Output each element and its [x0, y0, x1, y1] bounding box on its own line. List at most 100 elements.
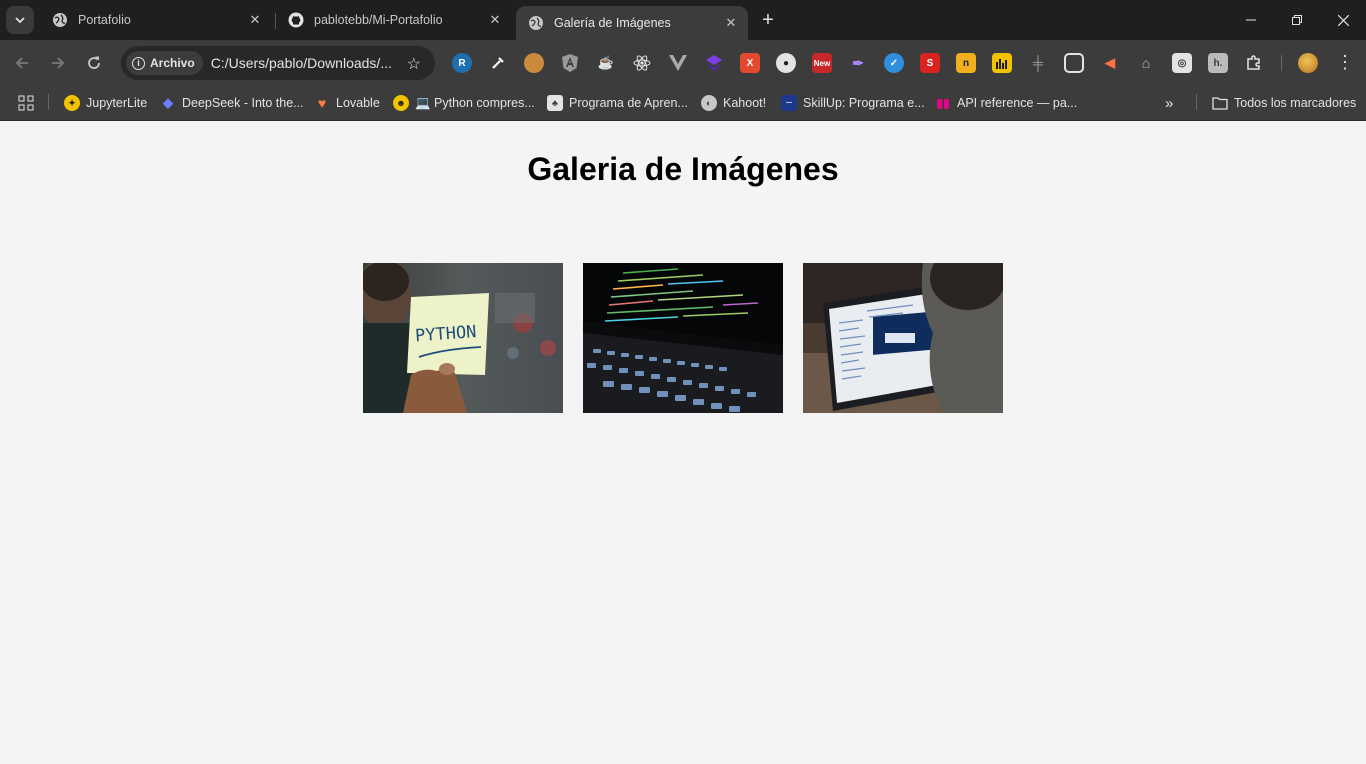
tab-title: Galería de Imágenes — [554, 16, 671, 30]
bookmark-kahoot[interactable]: ◐ Kahoot! — [701, 92, 766, 114]
bookmark-python[interactable]: ☻ 💻 Python compres... — [393, 92, 535, 114]
pandas-icon: ▮▮ — [936, 96, 950, 110]
tab-title: Portafolio — [78, 13, 131, 27]
bar-chart-icon[interactable] — [992, 53, 1012, 73]
bookmark-label: SkillUp: Programa e... — [803, 96, 925, 110]
chevron-down-icon — [15, 17, 25, 24]
bookmarks-bar: ✦ JupyterLite ◆ DeepSeek - Into the... ♥… — [0, 86, 1366, 121]
camera-icon[interactable]: ◎ — [1172, 53, 1192, 73]
tab-title: pablotebb/Mi-Portafolio — [314, 13, 443, 27]
bookmark-label: JupyterLite — [86, 96, 148, 110]
close-icon[interactable]: ✕ — [246, 11, 264, 29]
profile-avatar[interactable] — [1298, 53, 1318, 73]
tab-strip: Portafolio ✕ pablotebb/Mi-Portafolio ✕ G… — [0, 0, 1366, 40]
eyedropper-icon[interactable] — [488, 53, 508, 73]
arrow-left-icon — [15, 57, 28, 69]
vue-icon[interactable] — [668, 53, 688, 73]
bookmark-deepseek[interactable]: ◆ DeepSeek - Into the... — [160, 92, 304, 114]
cube-icon[interactable] — [704, 53, 724, 73]
reload-button[interactable] — [82, 51, 106, 75]
kebab-menu-icon[interactable]: ⋮ — [1336, 51, 1354, 75]
site-info-chip[interactable]: i Archivo — [126, 51, 203, 75]
apps-grid-icon[interactable] — [18, 92, 34, 114]
toolbar-divider — [1281, 55, 1282, 71]
folder-icon — [1212, 95, 1228, 111]
url-text[interactable]: C:/Users/pablo/Downloads/... — [211, 55, 397, 71]
image-gallery: PYTHON — [363, 263, 1003, 413]
translate-icon[interactable]: X — [740, 53, 760, 73]
globe-icon: ◐ — [701, 95, 717, 111]
emoji-icon: ☻ — [393, 95, 409, 111]
bookmark-star-icon[interactable]: ☆ — [407, 54, 421, 74]
checkmark-icon[interactable]: ✓ — [884, 53, 904, 73]
all-bookmarks-label: Todos los marcadores — [1234, 96, 1357, 110]
bookmark-label: Kahoot! — [723, 96, 767, 110]
tab-portafolio[interactable]: Portafolio ✕ — [40, 0, 272, 40]
python-sticky-note-photo: PYTHON — [363, 263, 563, 413]
laptop-code-keyboard-photo — [583, 263, 783, 413]
globe-icon — [52, 12, 68, 28]
feather-icon[interactable]: ✒ — [848, 53, 868, 73]
tab-search-button[interactable] — [6, 6, 34, 34]
close-icon[interactable]: ✕ — [722, 14, 740, 32]
lovable-heart-icon: ♥ — [317, 95, 327, 111]
bookmark-programa[interactable]: ♣ Programa de Apren... — [547, 92, 688, 114]
page-title: Galeria de Imágenes — [527, 151, 839, 187]
bookmark-label: Programa de Apren... — [569, 96, 688, 110]
arrow-right-icon — [52, 57, 65, 69]
reload-icon — [88, 56, 100, 69]
bookmark-label: API reference — pa... — [957, 96, 1078, 110]
github-ext-icon[interactable]: ● — [776, 53, 796, 73]
close-icon — [1337, 14, 1349, 26]
tab-github[interactable]: pablotebb/Mi-Portafolio ✕ — [276, 0, 512, 40]
info-icon: i — [132, 56, 145, 70]
person-laptop-code-photo — [803, 263, 1003, 413]
extensions-puzzle-icon[interactable] — [1244, 53, 1264, 73]
extension-r-icon[interactable]: R — [452, 53, 472, 73]
skillup-icon: — — [781, 95, 797, 111]
mouse-icon[interactable]: ⌂ — [1136, 53, 1156, 73]
speaker-icon[interactable]: ◀ — [1100, 53, 1120, 73]
ruler-icon[interactable]: ╪ — [1028, 53, 1048, 73]
restore-button[interactable] — [1274, 0, 1320, 40]
bookmark-skillup[interactable]: — SkillUp: Programa e... — [781, 92, 925, 114]
bookmark-label: Lovable — [336, 96, 380, 110]
all-bookmarks-button[interactable]: Todos los marcadores — [1212, 92, 1356, 114]
address-bar[interactable]: i Archivo C:/Users/pablo/Downloads/... ☆ — [121, 46, 435, 80]
site-info-label: Archivo — [150, 56, 195, 70]
close-window-button[interactable] — [1320, 0, 1366, 40]
react-icon[interactable] — [632, 53, 652, 73]
bookmark-api-reference[interactable]: ▮▮ API reference — pa... — [935, 92, 1077, 114]
page-content: Galeria de Imágenes PYTHON — [0, 121, 1366, 764]
window-icon[interactable] — [1064, 53, 1084, 73]
bookmark-label: DeepSeek - Into the... — [182, 96, 304, 110]
restore-icon — [1292, 15, 1302, 25]
back-button[interactable] — [10, 51, 34, 75]
minimize-button[interactable] — [1228, 0, 1274, 40]
svg-text:PYTHON: PYTHON — [414, 322, 477, 346]
h-extension-icon[interactable]: h. — [1208, 53, 1228, 73]
n-extension-icon[interactable]: n — [956, 53, 976, 73]
java-icon[interactable]: ☕ — [596, 53, 616, 73]
tab-galeria[interactable]: Galería de Imágenes ✕ — [516, 6, 748, 40]
close-icon[interactable]: ✕ — [486, 11, 504, 29]
new-tab-button[interactable]: + — [757, 10, 779, 32]
bookmark-jupyterlite[interactable]: ✦ JupyterLite — [64, 92, 147, 114]
toolbar: i Archivo C:/Users/pablo/Downloads/... ☆… — [0, 40, 1366, 86]
sticky-note-text: PYTHON — [414, 322, 477, 346]
angular-icon[interactable] — [560, 53, 580, 73]
more-bookmarks-chevron-icon[interactable]: » — [1165, 92, 1173, 114]
forward-button[interactable] — [46, 51, 70, 75]
deepseek-icon: ◆ — [163, 95, 173, 110]
bookmarks-divider — [1196, 94, 1197, 110]
cookie-icon[interactable] — [524, 53, 544, 73]
program-icon: ♣ — [547, 95, 563, 111]
bookmark-lovable[interactable]: ♥ Lovable — [314, 92, 380, 114]
s-extension-icon[interactable]: S — [920, 53, 940, 73]
new-badge-icon[interactable]: New — [812, 53, 832, 73]
github-icon — [288, 12, 304, 28]
globe-icon — [528, 15, 544, 31]
jupyterlite-icon: ✦ — [64, 95, 80, 111]
bookmarks-divider — [48, 94, 49, 110]
minimize-icon — [1246, 19, 1256, 21]
